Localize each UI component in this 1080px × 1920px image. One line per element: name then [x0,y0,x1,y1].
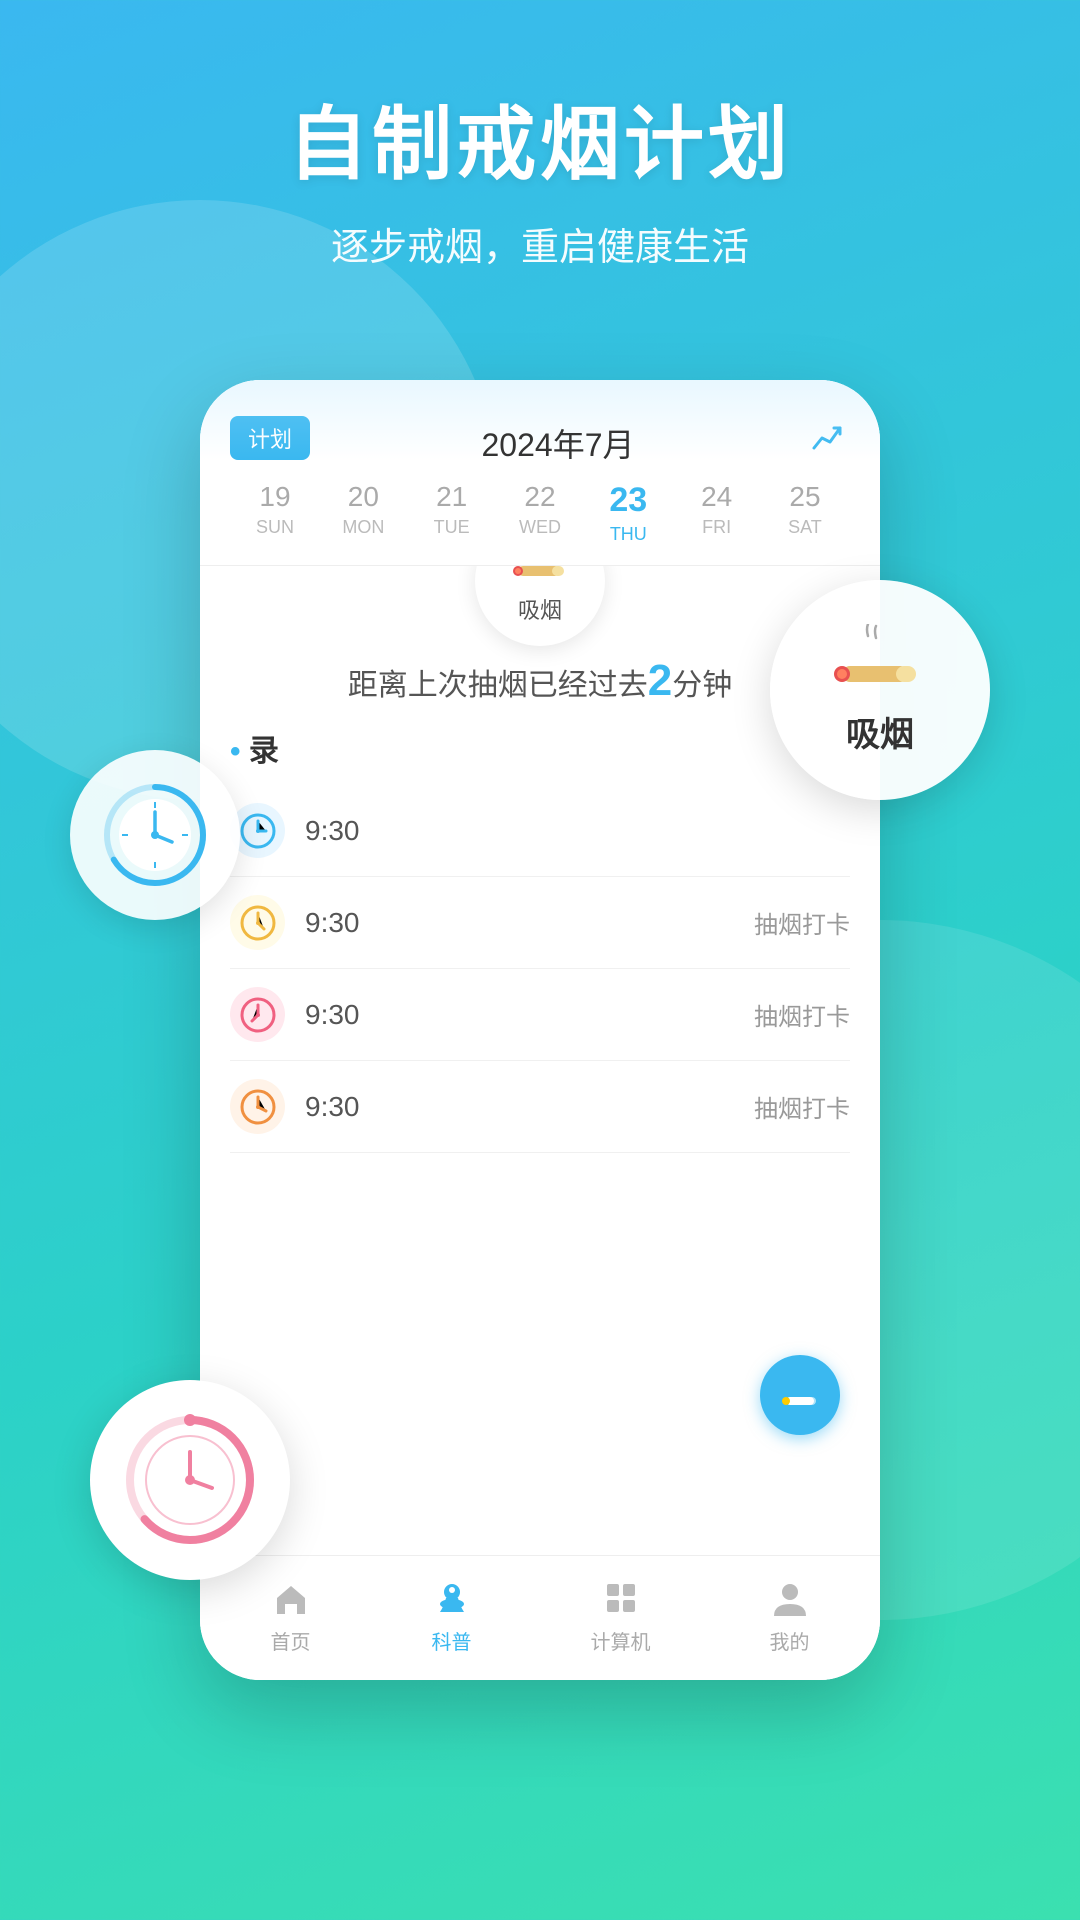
day-mon[interactable]: 20 MON [323,481,403,545]
stats-icon[interactable] [806,416,850,460]
float-smoking-label: 吸烟 [846,707,914,756]
day-fri[interactable]: 24 FRI [677,481,757,545]
home-icon [269,1576,313,1620]
main-title: 自制戒烟计划 [0,80,1080,196]
fab-cigarette-icon [780,1375,820,1415]
record-item-3[interactable]: 9:30 抽烟打卡 [230,1061,850,1153]
record-time-2: 9:30 [305,999,360,1031]
phone-wrapper: 计划 2024年7月 19 SUN [150,300,930,1780]
nav-home-label: 首页 [271,1626,311,1655]
header-section: 自制戒烟计划 逐步戒烟，重启健康生活 [0,0,1080,271]
day-sun[interactable]: 19 SUN [235,481,315,545]
float-clock-mid [70,750,240,920]
week-days: 19 SUN 20 MON 21 TUE 22 WED [230,481,850,545]
day-thu[interactable]: 23 THU [588,481,668,545]
day-wed[interactable]: 22 WED [500,481,580,545]
day-sat[interactable]: 25 SAT [765,481,845,545]
nav-profile[interactable]: 我的 [768,1576,812,1655]
record-time-1: 9:30 [305,907,360,939]
record-item-2[interactable]: 9:30 抽烟打卡 [230,969,850,1061]
nav-science[interactable]: 科普 [430,1576,474,1655]
clock-icon-orange [230,1079,285,1134]
phone-content: 计划 2024年7月 19 SUN [200,380,880,1680]
record-item-1[interactable]: 9:30 抽烟打卡 [230,877,850,969]
record-section: • 录 9:30 [200,726,880,1153]
record-item-first[interactable]: 9:30 [230,785,850,877]
smoking-label-top: 吸烟 [518,593,562,625]
nav-calculator[interactable]: 计算机 [591,1576,651,1655]
cigarette-icon-top [508,566,573,588]
calendar-header: 计划 2024年7月 19 SUN [200,380,880,566]
nav-science-label: 科普 [432,1626,472,1655]
float-clock-large [90,1380,290,1580]
record-action-2: 抽烟打卡 [754,997,850,1032]
float-clock-large-icon [120,1410,260,1550]
record-action-1: 抽烟打卡 [754,905,850,940]
day-tue[interactable]: 21 TUE [412,481,492,545]
calculator-icon [599,1576,643,1620]
sub-title: 逐步戒烟，重启健康生活 [0,216,1080,271]
nav-home[interactable]: 首页 [269,1576,313,1655]
clock-icon-yellow [230,895,285,950]
month-title: 2024年7月 [482,420,635,466]
record-action-3: 抽烟打卡 [754,1089,850,1124]
float-clock-mid-icon [100,780,210,890]
phone-frame: 计划 2024年7月 19 SUN [200,380,880,1680]
float-smoking-right: 吸烟 [770,580,990,800]
nav-calculator-label: 计算机 [591,1626,651,1655]
clock-icon-pink [230,987,285,1042]
profile-icon [768,1576,812,1620]
bottom-nav: 首页 科普 [200,1555,880,1680]
record-title: • 录 [230,726,850,770]
plan-badge: 计划 [230,416,310,460]
nav-profile-label: 我的 [770,1626,810,1655]
science-icon [430,1576,474,1620]
record-time-first: 9:30 [305,815,360,847]
float-cigarette-icon [830,624,930,699]
fab-button[interactable] [760,1355,840,1435]
record-time-3: 9:30 [305,1091,360,1123]
